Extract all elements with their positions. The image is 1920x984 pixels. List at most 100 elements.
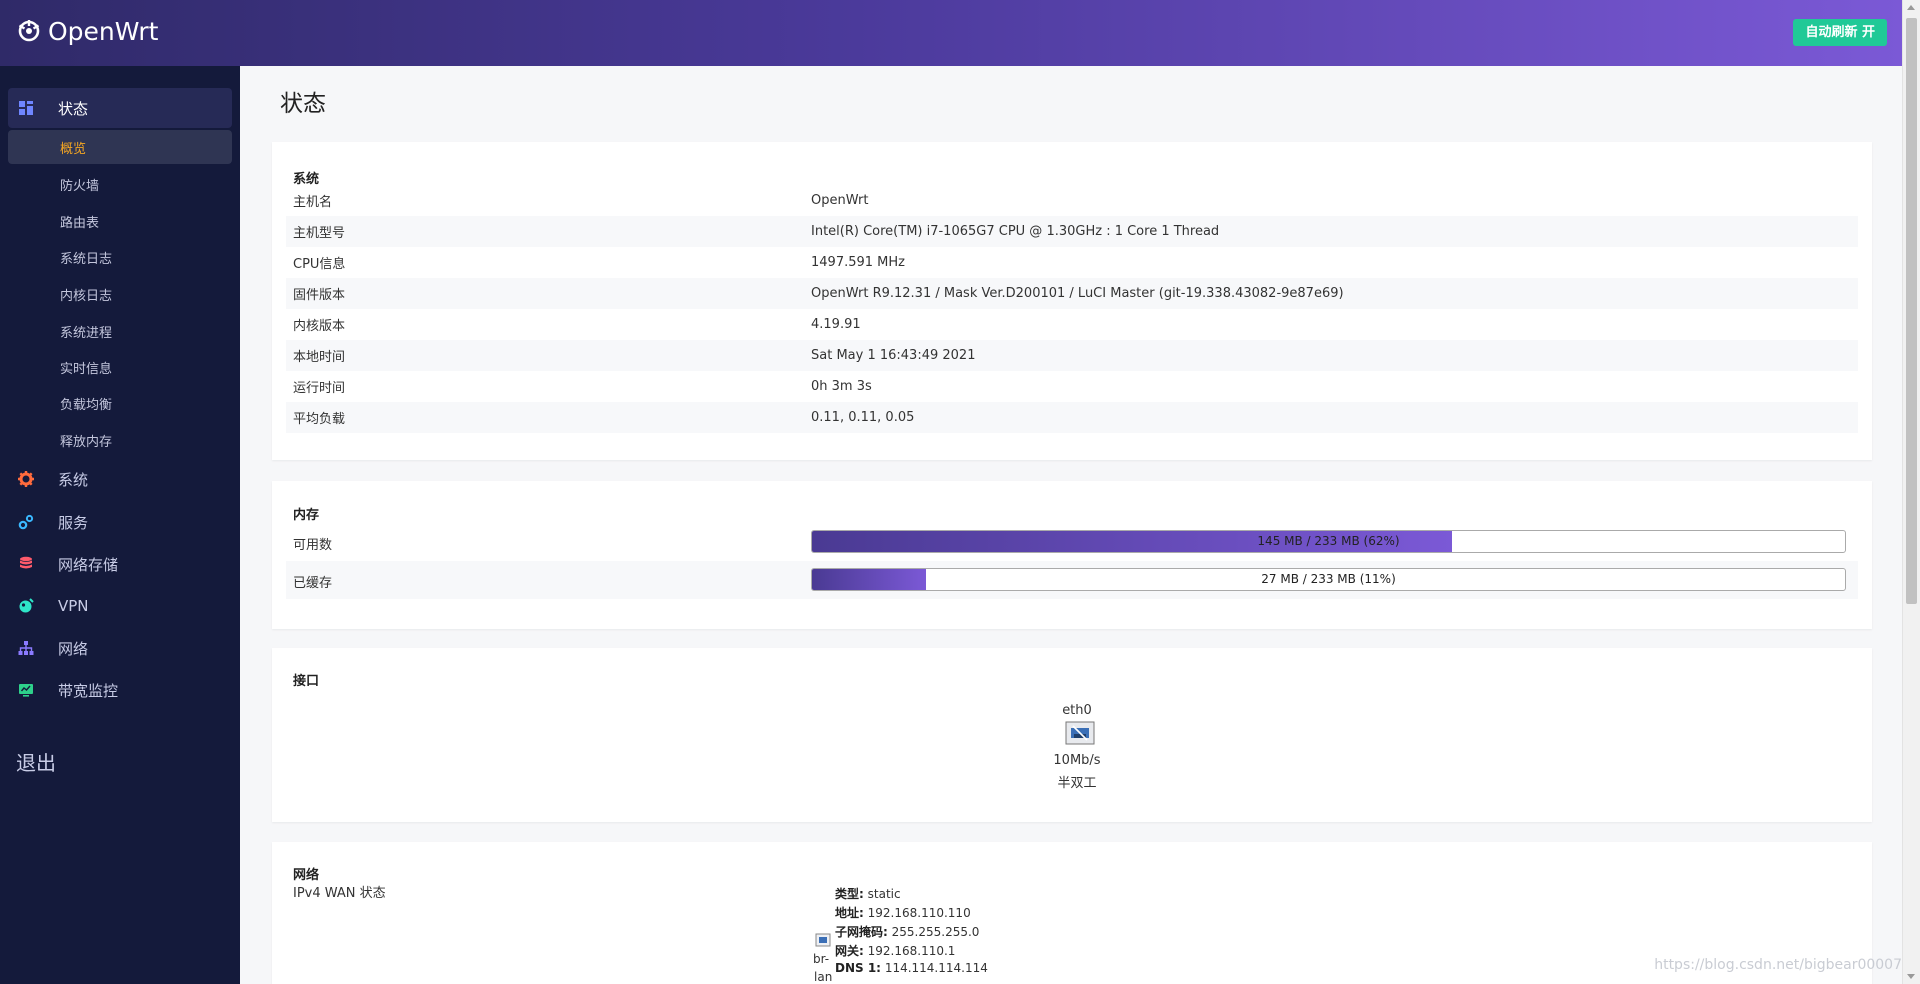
scroll-down-icon[interactable] bbox=[1907, 974, 1915, 979]
sidebar-item-bandwidth[interactable]: 带宽监控 bbox=[8, 670, 232, 710]
card-title: 网络 bbox=[293, 868, 320, 883]
wan-detail-gateway: 网关: 192.168.110.1 bbox=[835, 942, 955, 959]
card-title: 内存 bbox=[293, 508, 320, 523]
info-row: 主机名 OpenWrt bbox=[286, 185, 1858, 216]
brand-logo[interactable]: OpenWrt bbox=[16, 13, 158, 49]
sitemap-icon bbox=[18, 641, 34, 655]
progress-bar: 145 MB / 233 MB (62%) bbox=[811, 530, 1846, 553]
sidebar-subitem-firewall[interactable]: 防火墙 bbox=[8, 167, 232, 201]
sidebar-item-label: 状态 bbox=[58, 99, 89, 118]
sidebar-item-label: 服务 bbox=[58, 513, 89, 532]
network-interface-icon bbox=[815, 933, 831, 947]
sidebar-item-nas[interactable]: 网络存储 bbox=[8, 544, 232, 584]
sidebar: 状态 概览 防火墙 路由表 系统日志 内核日志 系统进程 实时信息 负载均衡 释… bbox=[0, 66, 240, 984]
scrollbar-thumb[interactable] bbox=[1906, 18, 1917, 604]
detail-value: 114.114.114.114 bbox=[884, 961, 988, 975]
memory-row-available: 可用数 145 MB / 233 MB (62%) bbox=[286, 523, 1858, 561]
row-label: 主机型号 bbox=[293, 226, 346, 241]
row-value: 0.11, 0.11, 0.05 bbox=[811, 410, 915, 425]
page-scrollbar[interactable] bbox=[1902, 0, 1920, 984]
system-card: 系统 主机名 OpenWrt 主机型号 Intel(R) Core(TM) i7… bbox=[272, 142, 1872, 460]
detail-key: 网关: bbox=[835, 944, 864, 958]
interface-name: eth0 bbox=[1062, 703, 1092, 718]
interface-label: lan bbox=[814, 970, 833, 984]
info-row: 内核版本 4.19.91 bbox=[286, 309, 1858, 340]
detail-value: 255.255.255.0 bbox=[891, 925, 980, 939]
row-label: 平均负载 bbox=[293, 412, 346, 427]
sidebar-subitem-load-balance[interactable]: 负载均衡 bbox=[8, 386, 232, 420]
row-value: 1497.591 MHz bbox=[811, 255, 905, 270]
row-value: Intel(R) Core(TM) i7-1065G7 CPU @ 1.30GH… bbox=[811, 224, 1220, 239]
page-title: 状态 bbox=[280, 91, 326, 117]
info-row: 主机型号 Intel(R) Core(TM) i7-1065G7 CPU @ 1… bbox=[286, 216, 1858, 247]
info-row: CPU信息 1497.591 MHz bbox=[286, 247, 1858, 278]
sidebar-item-services[interactable]: 服务 bbox=[8, 502, 232, 542]
interface-eth0[interactable]: eth0 10Mb/s 半双工 bbox=[272, 648, 1872, 822]
auto-refresh-button[interactable]: 自动刷新 开 bbox=[1793, 19, 1887, 46]
memory-card: 内存 可用数 145 MB / 233 MB (62%) 已缓存 27 MB /… bbox=[272, 481, 1872, 629]
row-value: OpenWrt R9.12.31 / Mask Ver.D200101 / Lu… bbox=[811, 286, 1344, 301]
wan-detail-dns1: DNS 1: 114.114.114.114 bbox=[835, 961, 988, 975]
interfaces-card: 接口 eth0 10Mb/s 半双工 bbox=[272, 648, 1872, 822]
sidebar-item-label: 带宽监控 bbox=[58, 681, 119, 700]
sidebar-item-vpn[interactable]: VPN bbox=[8, 586, 232, 626]
interface-duplex: 半双工 bbox=[1057, 776, 1097, 791]
sidebar-subitem-processes[interactable]: 系统进程 bbox=[8, 314, 232, 348]
row-label: 已缓存 bbox=[293, 576, 333, 591]
row-value: 0h 3m 3s bbox=[811, 379, 872, 394]
memory-row-cached: 已缓存 27 MB / 233 MB (11%) bbox=[286, 561, 1858, 599]
info-row: 平均负载 0.11, 0.11, 0.05 bbox=[286, 402, 1858, 433]
interface-speed: 10Mb/s bbox=[1053, 753, 1101, 768]
globe-icon bbox=[19, 598, 34, 613]
row-value: 4.19.91 bbox=[811, 317, 861, 332]
detail-value: 192.168.110.1 bbox=[867, 944, 956, 958]
sidebar-item-label: VPN bbox=[58, 597, 89, 615]
detail-key: DNS 1: bbox=[835, 961, 881, 975]
wan-detail-netmask: 子网掩码: 255.255.255.0 bbox=[835, 923, 979, 940]
dashboard-icon bbox=[19, 101, 33, 115]
sidebar-item-status[interactable]: 状态 bbox=[8, 88, 232, 128]
network-card: 网络 IPv4 WAN 状态 br- lan 类型: static 地址: 19… bbox=[272, 842, 1872, 984]
sidebar-item-label: 网络存储 bbox=[58, 555, 119, 574]
brand-name: OpenWrt bbox=[48, 16, 159, 46]
gear-icon bbox=[18, 471, 34, 487]
openwrt-logo-icon bbox=[18, 20, 40, 42]
watermark: https://blog.csdn.net/bigbear00007 bbox=[1654, 957, 1902, 973]
ethernet-port-icon bbox=[1065, 721, 1095, 745]
top-header: OpenWrt 自动刷新 开 bbox=[0, 0, 1903, 66]
row-label: 可用数 bbox=[293, 538, 333, 553]
row-label: 运行时间 bbox=[293, 381, 346, 396]
sidebar-item-network[interactable]: 网络 bbox=[8, 628, 232, 668]
database-icon bbox=[20, 556, 32, 569]
row-label: 本地时间 bbox=[293, 350, 346, 365]
wan-status-label: IPv4 WAN 状态 bbox=[293, 886, 386, 901]
sidebar-subitem-realtime[interactable]: 实时信息 bbox=[8, 350, 232, 384]
row-label: 固件版本 bbox=[293, 288, 346, 303]
row-label: CPU信息 bbox=[293, 257, 346, 272]
wan-detail-address: 地址: 192.168.110.110 bbox=[835, 904, 971, 921]
sidebar-subitem-overview[interactable]: 概览 bbox=[8, 130, 232, 164]
row-label: 内核版本 bbox=[293, 319, 346, 334]
interface-label: br- bbox=[813, 952, 830, 966]
sidebar-subitem-routes[interactable]: 路由表 bbox=[8, 204, 232, 238]
detail-value: 192.168.110.110 bbox=[867, 906, 971, 920]
sidebar-item-label: 网络 bbox=[58, 639, 89, 658]
monitor-icon bbox=[19, 684, 33, 697]
scroll-up-icon[interactable] bbox=[1907, 5, 1915, 10]
cogs-icon bbox=[18, 514, 34, 530]
main-content: 状态 系统 主机名 OpenWrt 主机型号 Intel(R) Core(TM)… bbox=[240, 66, 1903, 984]
info-row: 本地时间 Sat May 1 16:43:49 2021 bbox=[286, 340, 1858, 371]
sidebar-subitem-syslog[interactable]: 系统日志 bbox=[8, 240, 232, 274]
sidebar-subitem-kernel-log[interactable]: 内核日志 bbox=[8, 277, 232, 311]
detail-key: 子网掩码: bbox=[835, 925, 888, 939]
row-value: OpenWrt bbox=[811, 193, 869, 208]
sidebar-item-label: 系统 bbox=[58, 470, 89, 489]
info-row: 运行时间 0h 3m 3s bbox=[286, 371, 1858, 402]
logout-link[interactable]: 退出 bbox=[16, 747, 56, 776]
progress-text: 27 MB / 233 MB (11%) bbox=[1261, 572, 1396, 586]
detail-value: static bbox=[867, 887, 901, 901]
row-value: Sat May 1 16:43:49 2021 bbox=[811, 348, 976, 363]
sidebar-subitem-free-memory[interactable]: 释放内存 bbox=[8, 423, 232, 457]
sidebar-item-system[interactable]: 系统 bbox=[8, 459, 232, 499]
row-label: 主机名 bbox=[293, 195, 333, 210]
